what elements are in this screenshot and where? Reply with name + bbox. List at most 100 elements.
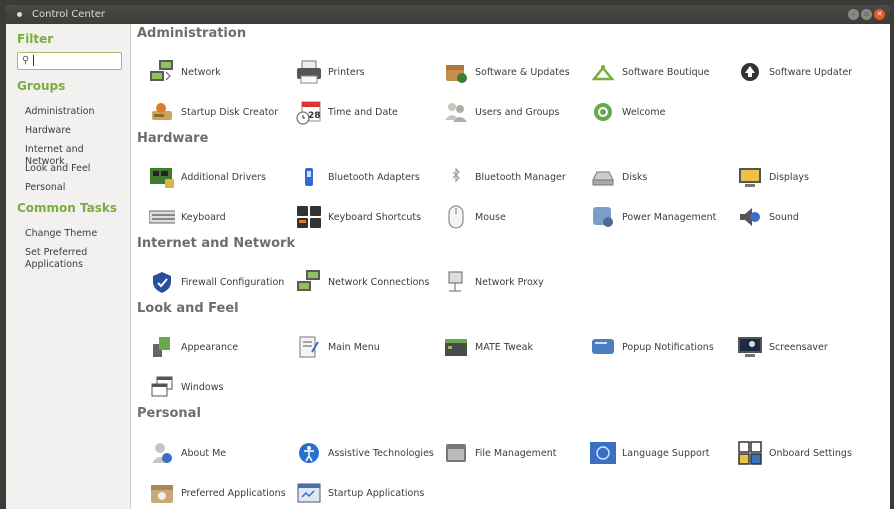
item-bluetooth-adapters[interactable]: Bluetooth Adapters bbox=[296, 164, 420, 190]
boutique-icon bbox=[590, 59, 616, 85]
item-users-and-groups[interactable]: Users and Groups bbox=[443, 99, 559, 125]
item-label: Disks bbox=[622, 171, 648, 183]
item-label: Keyboard bbox=[181, 211, 226, 223]
item-label: Bluetooth Adapters bbox=[328, 171, 420, 183]
item-label: Assistive Technologies bbox=[328, 447, 434, 459]
task-set-preferred-applications[interactable]: Set Preferred Applications bbox=[25, 247, 125, 271]
main-menu-icon bbox=[296, 334, 322, 360]
item-appearance[interactable]: Appearance bbox=[149, 334, 238, 360]
item-time-and-date[interactable]: 28 Time and Date bbox=[296, 99, 398, 125]
screensaver-icon bbox=[737, 334, 763, 360]
item-screensaver[interactable]: Screensaver bbox=[737, 334, 828, 360]
item-preferred-applications[interactable]: Preferred Applications bbox=[149, 480, 286, 506]
item-label: Startup Disk Creator bbox=[181, 106, 279, 118]
item-additional-drivers[interactable]: Additional Drivers bbox=[149, 164, 266, 190]
item-label: Power Management bbox=[622, 211, 717, 223]
item-network-proxy[interactable]: Network Proxy bbox=[443, 269, 544, 295]
main-panel: Administration Network Printers Software… bbox=[131, 24, 890, 509]
item-label: Windows bbox=[181, 381, 224, 393]
bluetooth-adapter-icon bbox=[296, 164, 322, 190]
display-icon bbox=[737, 164, 763, 190]
users-icon bbox=[443, 99, 469, 125]
app-menu-icon[interactable] bbox=[17, 12, 22, 17]
group-look-and-feel[interactable]: Look and Feel bbox=[25, 163, 125, 175]
sidebar: Filter ⚲ Groups Administration Hardware … bbox=[6, 24, 131, 509]
item-popup-notifications[interactable]: Popup Notifications bbox=[590, 334, 714, 360]
item-label: Mouse bbox=[475, 211, 506, 223]
task-change-theme[interactable]: Change Theme bbox=[25, 228, 125, 240]
group-administration[interactable]: Administration bbox=[25, 106, 125, 118]
mouse-icon bbox=[443, 204, 469, 230]
item-label: Language Support bbox=[622, 447, 710, 459]
maximize-button[interactable]: ▫ bbox=[861, 9, 872, 20]
software-updates-icon bbox=[443, 59, 469, 85]
control-center-window: Control Center – ▫ ✕ Filter ⚲ Groups Adm… bbox=[6, 5, 890, 509]
item-disks[interactable]: Disks bbox=[590, 164, 647, 190]
item-welcome[interactable]: Welcome bbox=[590, 99, 665, 125]
item-startup-disk-creator[interactable]: Startup Disk Creator bbox=[149, 99, 278, 125]
tweak-icon bbox=[443, 334, 469, 360]
updater-icon bbox=[737, 59, 763, 85]
item-about-me[interactable]: About Me bbox=[149, 440, 226, 466]
item-label: Onboard Settings bbox=[769, 447, 852, 459]
item-label: Displays bbox=[769, 171, 809, 183]
item-label: Additional Drivers bbox=[181, 171, 266, 183]
keyboard-icon bbox=[149, 204, 175, 230]
item-mouse[interactable]: Mouse bbox=[443, 204, 506, 230]
startup-apps-icon bbox=[296, 480, 322, 506]
title-bar[interactable]: Control Center – ▫ ✕ bbox=[6, 5, 890, 24]
item-onboard-settings[interactable]: Onboard Settings bbox=[737, 440, 852, 466]
text-cursor bbox=[33, 55, 34, 66]
item-file-management[interactable]: File Management bbox=[443, 440, 557, 466]
item-network[interactable]: Network bbox=[149, 59, 221, 85]
section-administration-heading: Administration bbox=[137, 26, 247, 41]
item-software-updater[interactable]: Software Updater bbox=[737, 59, 852, 85]
groups-heading: Groups bbox=[17, 79, 66, 93]
item-label: Software Updater bbox=[769, 66, 853, 78]
item-network-connections[interactable]: Network Connections bbox=[296, 269, 429, 295]
item-label: Welcome bbox=[622, 106, 666, 118]
item-mate-tweak[interactable]: MATE Tweak bbox=[443, 334, 533, 360]
shortcuts-icon bbox=[296, 204, 322, 230]
item-label: Keyboard Shortcuts bbox=[328, 211, 422, 223]
section-look-and-feel-heading: Look and Feel bbox=[137, 301, 239, 316]
windows-icon bbox=[149, 374, 175, 400]
item-label: Bluetooth Manager bbox=[475, 171, 566, 183]
item-label: Software & Updates bbox=[475, 66, 570, 78]
item-label: Printers bbox=[328, 66, 365, 78]
item-windows[interactable]: Windows bbox=[149, 374, 223, 400]
item-main-menu[interactable]: Main Menu bbox=[296, 334, 380, 360]
item-language-support[interactable]: Language Support bbox=[590, 440, 709, 466]
network-icon bbox=[149, 59, 175, 85]
item-displays[interactable]: Displays bbox=[737, 164, 809, 190]
language-icon bbox=[590, 440, 616, 466]
item-power-management[interactable]: Power Management bbox=[590, 204, 716, 230]
minimize-button[interactable]: – bbox=[848, 9, 859, 20]
item-label: Preferred Applications bbox=[181, 487, 286, 499]
item-assistive-technologies[interactable]: Assistive Technologies bbox=[296, 440, 434, 466]
close-button[interactable]: ✕ bbox=[874, 9, 885, 20]
item-sound[interactable]: Sound bbox=[737, 204, 799, 230]
item-printers[interactable]: Printers bbox=[296, 59, 365, 85]
item-startup-applications[interactable]: Startup Applications bbox=[296, 480, 424, 506]
item-label: MATE Tweak bbox=[475, 341, 533, 353]
group-hardware[interactable]: Hardware bbox=[25, 125, 125, 137]
item-label: Network Connections bbox=[328, 276, 430, 288]
item-label: Appearance bbox=[181, 341, 239, 353]
network-connections-icon bbox=[296, 269, 322, 295]
firewall-icon bbox=[149, 269, 175, 295]
group-personal[interactable]: Personal bbox=[25, 182, 125, 194]
item-keyboard-shortcuts[interactable]: Keyboard Shortcuts bbox=[296, 204, 421, 230]
item-label: Main Menu bbox=[328, 341, 380, 353]
item-bluetooth-manager[interactable]: Bluetooth Manager bbox=[443, 164, 566, 190]
item-software-updates[interactable]: Software & Updates bbox=[443, 59, 570, 85]
item-firewall-configuration[interactable]: Firewall Configuration bbox=[149, 269, 284, 295]
item-keyboard[interactable]: Keyboard bbox=[149, 204, 226, 230]
item-label: Startup Applications bbox=[328, 487, 425, 499]
window-title: Control Center bbox=[32, 9, 105, 20]
item-label: Popup Notifications bbox=[622, 341, 714, 353]
svg-text:28: 28 bbox=[308, 111, 321, 121]
search-input[interactable]: ⚲ bbox=[17, 52, 122, 70]
item-software-boutique[interactable]: Software Boutique bbox=[590, 59, 710, 85]
about-me-icon bbox=[149, 440, 175, 466]
